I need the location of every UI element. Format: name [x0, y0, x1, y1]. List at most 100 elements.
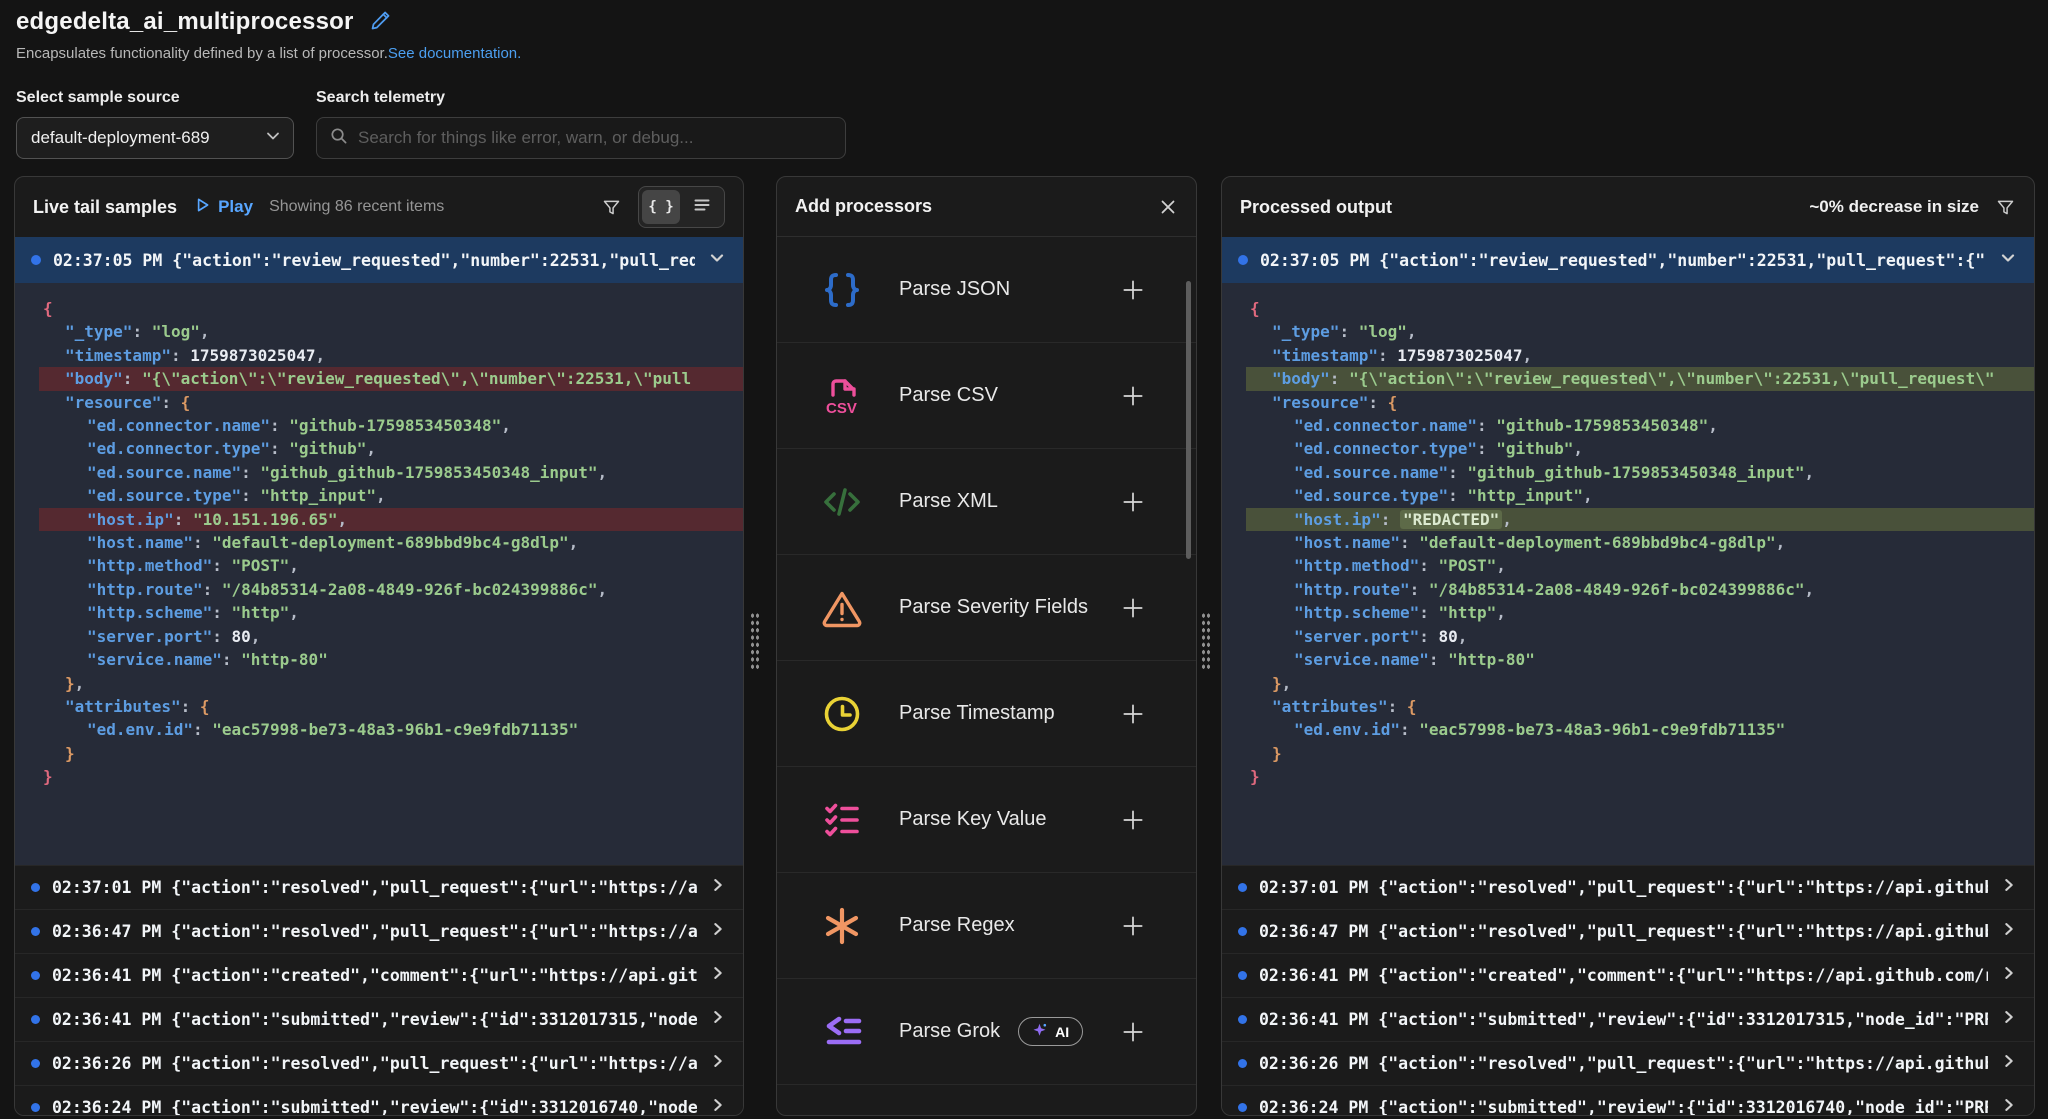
processed-output-panel: Processed output ~0% decrease in size 02…	[1221, 176, 2035, 1116]
log-preview: {"action":"submitted","review":{"id":331…	[171, 1098, 697, 1116]
search-telemetry-input[interactable]	[358, 128, 833, 148]
log-time: 02:37:05 PM	[53, 251, 162, 270]
panel-resize-handle[interactable]	[750, 612, 760, 670]
chevron-right-icon[interactable]	[2000, 920, 2018, 943]
sample-source-dropdown[interactable]: default-deployment-689	[16, 117, 294, 159]
chevron-right-icon[interactable]	[709, 876, 727, 899]
log-preview: {"action":"resolved","pull_request":{"ur…	[171, 1054, 697, 1073]
filter-icon[interactable]	[1995, 197, 2016, 218]
add-processor-button[interactable]	[1120, 701, 1146, 727]
list-view-toggle[interactable]	[683, 190, 721, 224]
json-line: "ed.env.id": "eac57998-be73-48a3-96b1-c9…	[39, 718, 743, 741]
sparkle-icon	[1032, 1022, 1048, 1041]
log-row[interactable]: 02:36:47 PM{"action":"resolved","pull_re…	[1222, 909, 2034, 953]
json-viewer: {"_type": "log","timestamp": 17598730250…	[15, 283, 743, 865]
chevron-down-icon[interactable]	[707, 248, 727, 273]
chevron-right-icon[interactable]	[709, 920, 727, 943]
json-line: "http.scheme": "http",	[1246, 601, 2034, 624]
json-line: }	[39, 742, 743, 765]
page-title: edgedelta_ai_multiprocessor	[16, 8, 354, 36]
json-line: {	[39, 297, 743, 320]
processor-item-parse-csv[interactable]: CSV Parse CSV	[777, 343, 1196, 449]
add-processor-button[interactable]	[1120, 807, 1146, 833]
csv-file-icon: CSV	[819, 373, 865, 419]
log-row[interactable]: 02:36:41 PM{"action":"created","comment"…	[15, 953, 743, 997]
processed-rows: 02:37:01 PM{"action":"resolved","pull_re…	[1222, 865, 2034, 1116]
log-row[interactable]: 02:37:01 PM{"action":"resolved","pull_re…	[1222, 865, 2034, 909]
log-row[interactable]: 02:36:41 PM{"action":"created","comment"…	[1222, 953, 2034, 997]
log-level-dot	[31, 255, 41, 265]
processor-label: Parse Severity Fields	[899, 596, 1088, 619]
processed-output-header: Processed output ~0% decrease in size	[1222, 177, 2034, 237]
json-line: "server.port": 80,	[1246, 625, 2034, 648]
add-processor-button[interactable]	[1120, 277, 1146, 303]
json-line: "http.route": "/84b85314-2a08-4849-926f-…	[1246, 578, 2034, 601]
add-processor-button[interactable]	[1120, 1019, 1146, 1045]
log-row[interactable]: 02:36:41 PM{"action":"submitted","review…	[1222, 997, 2034, 1041]
log-level-dot	[31, 927, 40, 936]
edit-title-button[interactable]	[370, 9, 392, 36]
processor-label: Parse CSV	[899, 384, 998, 407]
expanded-log-row[interactable]: 02:37:05 PM {"action":"review_requested"…	[1222, 237, 2034, 283]
see-documentation-link[interactable]: See documentation.	[388, 45, 521, 62]
log-row[interactable]: 02:36:24 PM{"action":"submitted","review…	[15, 1085, 743, 1116]
play-button[interactable]: Play	[193, 196, 253, 219]
svg-text:CSV: CSV	[826, 400, 857, 417]
json-line: "body": "{\"action\":\"review_requested\…	[1246, 367, 2034, 390]
json-line: },	[1246, 672, 2034, 695]
chevron-right-icon[interactable]	[709, 1052, 727, 1075]
json-view-toggle[interactable]: { }	[642, 190, 680, 224]
log-preview: {"action":"created","comment":{"url":"ht…	[171, 966, 697, 985]
log-row[interactable]: 02:36:47 PM{"action":"resolved","pull_re…	[15, 909, 743, 953]
sample-source-value: default-deployment-689	[31, 128, 263, 148]
checklist-icon	[819, 797, 865, 843]
log-row[interactable]: 02:36:26 PM{"action":"resolved","pull_re…	[15, 1041, 743, 1085]
log-row[interactable]: 02:36:24 PM{"action":"submitted","review…	[1222, 1085, 2034, 1116]
filter-icon[interactable]	[601, 197, 622, 218]
processed-output-title: Processed output	[1240, 197, 1392, 218]
panel-resize-handle[interactable]	[1201, 612, 1211, 670]
search-icon	[329, 126, 348, 150]
json-braces-icon	[819, 267, 865, 313]
live-tail-status: Showing 86 recent items	[269, 198, 444, 216]
add-processor-button[interactable]	[1120, 489, 1146, 515]
log-row[interactable]: 02:36:26 PM{"action":"resolved","pull_re…	[1222, 1041, 2034, 1085]
json-line: "service.name": "http-80"	[1246, 648, 2034, 671]
ai-badge-label: AI	[1055, 1024, 1069, 1040]
chevron-right-icon[interactable]	[2000, 1008, 2018, 1031]
chevron-right-icon[interactable]	[2000, 1052, 2018, 1075]
close-icon[interactable]	[1158, 197, 1178, 217]
add-processor-button[interactable]	[1120, 383, 1146, 409]
scrollbar-thumb[interactable]	[1186, 281, 1191, 559]
chevron-right-icon[interactable]	[709, 1096, 727, 1116]
log-level-dot	[31, 971, 40, 980]
asterisk-icon	[819, 903, 865, 949]
log-preview: {"action":"resolved","pull_request":{"ur…	[1378, 878, 1988, 897]
log-row[interactable]: 02:37:01 PM{"action":"resolved","pull_re…	[15, 865, 743, 909]
chevron-right-icon[interactable]	[2000, 1096, 2018, 1116]
processor-item-parse-grok[interactable]: Parse GrokAI	[777, 979, 1196, 1085]
add-processor-button[interactable]	[1120, 595, 1146, 621]
processor-item-parse-json[interactable]: Parse JSON	[777, 237, 1196, 343]
pencil-icon	[370, 9, 392, 36]
log-row[interactable]: 02:36:41 PM{"action":"submitted","review…	[15, 997, 743, 1041]
chevron-right-icon[interactable]	[2000, 964, 2018, 987]
processor-item-parse-severity-fields[interactable]: Parse Severity Fields	[777, 555, 1196, 661]
add-processors-header: Add processors	[777, 177, 1196, 237]
processor-item-parse-timestamp[interactable]: Parse Timestamp	[777, 661, 1196, 767]
processor-item-parse-key-value[interactable]: Parse Key Value	[777, 767, 1196, 873]
add-processors-panel: Add processors Parse JSON CSV Parse CSV Par…	[776, 176, 1197, 1116]
chevron-right-icon[interactable]	[709, 1008, 727, 1031]
processor-item-parse-regex[interactable]: Parse Regex	[777, 873, 1196, 979]
expanded-log-row[interactable]: 02:37:05 PM {"action":"review_requested"…	[15, 237, 743, 283]
log-time: 02:37:01 PM	[52, 878, 161, 897]
json-line: "ed.source.type": "http_input",	[1246, 484, 2034, 507]
chevron-right-icon[interactable]	[2000, 876, 2018, 899]
json-line: "_type": "log",	[39, 320, 743, 343]
add-processor-button[interactable]	[1120, 913, 1146, 939]
chevron-right-icon[interactable]	[709, 964, 727, 987]
chevron-down-icon[interactable]	[1998, 248, 2018, 273]
search-telemetry-box	[316, 117, 846, 159]
json-line: "ed.env.id": "eac57998-be73-48a3-96b1-c9…	[1246, 718, 2034, 741]
processor-item-parse-xml[interactable]: Parse XML	[777, 449, 1196, 555]
